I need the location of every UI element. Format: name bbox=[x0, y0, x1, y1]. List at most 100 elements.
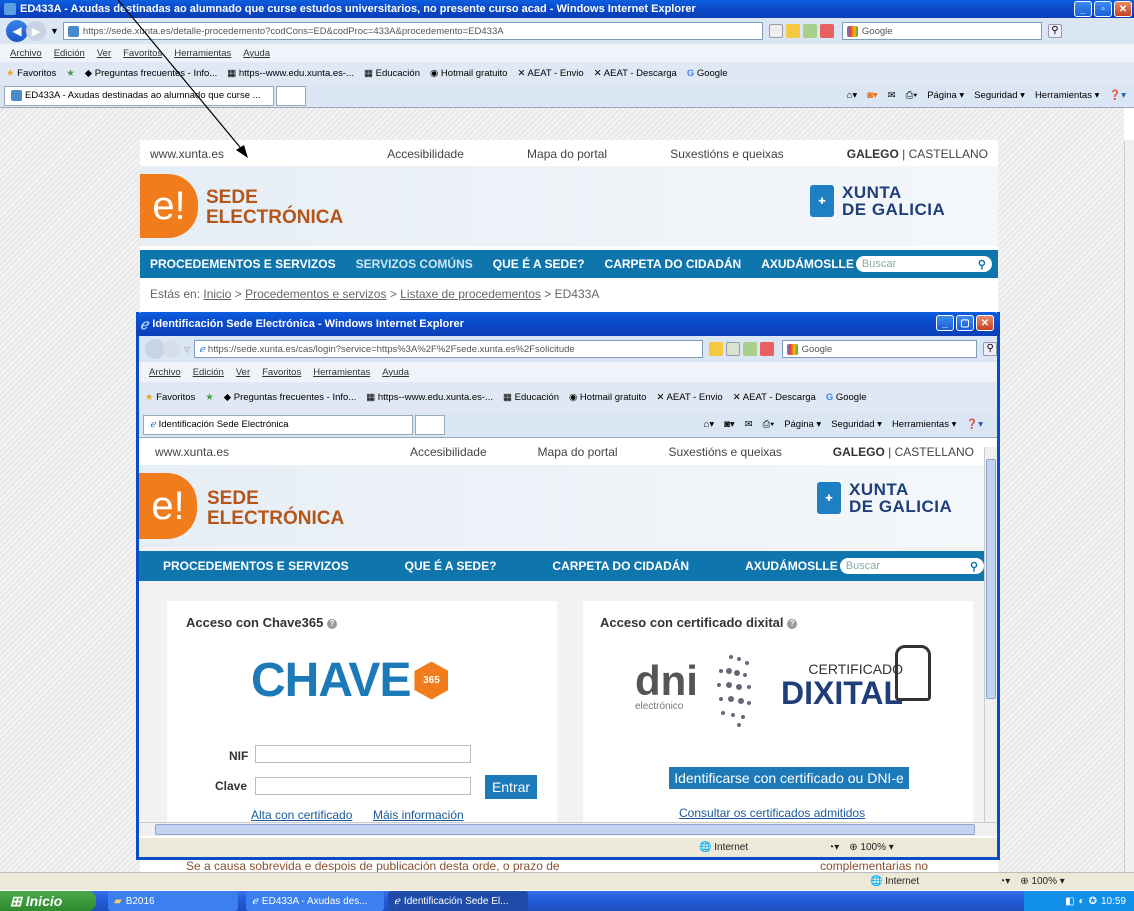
inner-sede-logo[interactable]: e! bbox=[139, 473, 197, 539]
menu-edicion[interactable]: Edición bbox=[54, 48, 85, 59]
tray-icon[interactable]: ◧ bbox=[1065, 896, 1074, 907]
taskbar-item-b2016[interactable]: ▰ B2016 bbox=[108, 891, 238, 911]
home-icon[interactable]: ⌂▾ bbox=[704, 419, 715, 430]
taskbar-item-identificacion[interactable]: ℯ Identificación Sede El... bbox=[388, 891, 528, 911]
tool-herramientas[interactable]: Herramientas ▾ bbox=[1035, 90, 1099, 101]
inner-nav-carpeta[interactable]: CARPETA DO CIDADÁN bbox=[542, 559, 699, 573]
close-button[interactable]: ✕ bbox=[1114, 1, 1132, 17]
history-dropdown-icon[interactable]: ▼ bbox=[50, 26, 59, 36]
inner-favorites-button[interactable]: ★ Favoritos bbox=[145, 392, 195, 403]
fav-educacion[interactable]: ▦ Educación bbox=[364, 68, 420, 79]
menu-ayuda[interactable]: Ayuda bbox=[243, 48, 270, 59]
inner-tool-seguridad[interactable]: Seguridad ▾ bbox=[831, 419, 882, 430]
start-button[interactable]: ⊞ Inicio bbox=[0, 891, 96, 911]
help-icon[interactable]: ❓▾ bbox=[1109, 90, 1126, 101]
inner-forward-icon[interactable] bbox=[162, 340, 181, 358]
print-icon[interactable]: ⎙▾ bbox=[906, 90, 918, 101]
mais-informacion-link[interactable]: Máis información bbox=[373, 808, 464, 822]
identificarse-button[interactable]: Identificarse con certificado ou DNI-e bbox=[669, 767, 909, 789]
breadcrumb-inicio[interactable]: Inicio bbox=[203, 287, 231, 301]
sede-logo[interactable]: e! bbox=[140, 174, 198, 238]
breadcrumb-listaxe[interactable]: Listaxe de procedementos bbox=[400, 287, 541, 301]
outer-vertical-scrollbar[interactable] bbox=[1124, 140, 1134, 880]
lock-icon[interactable] bbox=[785, 24, 800, 38]
print-icon[interactable]: ⎙▾ bbox=[763, 419, 775, 430]
inner-url-field[interactable]: ℯ https://sede.xunta.es/cas/login?servic… bbox=[194, 340, 703, 358]
help-icon[interactable]: ? bbox=[326, 618, 337, 629]
search-icon[interactable]: ⚲ bbox=[978, 258, 986, 271]
restore-button[interactable]: ▫ bbox=[1094, 1, 1112, 17]
refresh-icon[interactable] bbox=[802, 24, 817, 38]
feeds-icon[interactable]: ◙▾ bbox=[867, 90, 878, 101]
inner-tool-herramientas[interactable]: Herramientas ▾ bbox=[892, 419, 956, 430]
inner-fav-google[interactable]: G Google bbox=[826, 392, 867, 403]
stop-icon[interactable] bbox=[759, 342, 774, 356]
back-icon[interactable]: ◀ bbox=[6, 20, 28, 42]
inner-nav-axudamoslle[interactable]: AXUDÁMOSLLE bbox=[735, 559, 838, 573]
help-icon[interactable]: ❓▾ bbox=[966, 419, 983, 430]
inner-search-field[interactable]: Google bbox=[781, 340, 978, 358]
clave-input[interactable] bbox=[255, 777, 471, 795]
nav-que-e-a-sede[interactable]: QUE É A SEDE? bbox=[483, 257, 595, 271]
inner-back-icon[interactable] bbox=[145, 339, 165, 359]
add-favorite-icon[interactable]: ★ bbox=[66, 68, 75, 79]
menu-archivo[interactable]: Archivo bbox=[10, 48, 42, 59]
link-xunta[interactable]: www.xunta.es bbox=[150, 147, 224, 161]
outer-protected-mode-icon[interactable]: ◔▾ bbox=[999, 876, 1010, 887]
inner-fav-educacion[interactable]: ▦ Educación bbox=[503, 392, 559, 403]
inner-menu-ver[interactable]: Ver bbox=[236, 367, 250, 378]
inner-nav-que-e-a-sede[interactable]: QUE É A SEDE? bbox=[395, 559, 507, 573]
forward-icon[interactable]: ▶ bbox=[26, 21, 46, 41]
new-tab-button[interactable] bbox=[276, 85, 306, 106]
inner-minimize-button[interactable]: _ bbox=[936, 315, 954, 331]
address-dropdown-icon[interactable] bbox=[768, 24, 783, 38]
feeds-icon[interactable]: ◙▾ bbox=[724, 419, 735, 430]
mail-icon[interactable]: ✉ bbox=[888, 90, 896, 101]
menu-ver[interactable]: Ver bbox=[97, 48, 111, 59]
alta-certificado-link[interactable]: Alta con certificado bbox=[251, 808, 352, 822]
inner-maximize-button[interactable]: ▢ bbox=[956, 315, 974, 331]
inner-menu-edicion[interactable]: Edición bbox=[193, 367, 224, 378]
inner-menu-ayuda[interactable]: Ayuda bbox=[382, 367, 409, 378]
inner-new-tab-button[interactable] bbox=[415, 414, 445, 435]
inner-fav-aeat-envio[interactable]: ✕ AEAT - Envio bbox=[656, 392, 722, 403]
lang-galego[interactable]: GALEGO bbox=[847, 147, 899, 161]
inner-link-mapa[interactable]: Mapa do portal bbox=[538, 445, 618, 459]
home-icon[interactable]: ⌂▾ bbox=[847, 90, 858, 101]
fav-edu-xunta[interactable]: ▦ https--www.edu.xunta.es-... bbox=[227, 68, 354, 79]
nav-servizos-comuns[interactable]: SERVIZOS COMÚNS bbox=[346, 257, 483, 271]
refresh-icon[interactable] bbox=[742, 342, 757, 356]
stop-icon[interactable] bbox=[819, 24, 834, 38]
menu-favoritos[interactable]: Favoritos bbox=[123, 48, 162, 59]
tray-icon[interactable]: ◐ bbox=[1079, 896, 1085, 907]
inner-horizontal-scrollbar[interactable] bbox=[139, 822, 997, 836]
inner-link-accesibilidade[interactable]: Accesibilidade bbox=[410, 445, 487, 459]
taskbar-item-ed433a[interactable]: ℯ ED433A - Axudas des... bbox=[246, 891, 384, 911]
mail-icon[interactable]: ✉ bbox=[745, 419, 753, 430]
fav-preguntas[interactable]: ◆ Preguntas frecuentes - Info... bbox=[85, 68, 217, 79]
inner-fav-hotmail[interactable]: ◉ Hotmail gratuito bbox=[569, 392, 646, 403]
search-icon[interactable]: ⚲ bbox=[983, 342, 997, 356]
search-icon[interactable]: ⚲ bbox=[1047, 24, 1062, 38]
inner-vertical-scrollbar[interactable] bbox=[984, 447, 997, 822]
fav-aeat-envio[interactable]: ✕ AEAT - Envio bbox=[517, 68, 583, 79]
inner-tab-active[interactable]: ℯ Identificación Sede Electrónica bbox=[143, 414, 413, 435]
link-mapa[interactable]: Mapa do portal bbox=[527, 147, 607, 161]
minimize-button[interactable]: _ bbox=[1074, 1, 1092, 17]
inner-tool-pagina[interactable]: Página ▾ bbox=[784, 419, 821, 430]
fav-google[interactable]: G Google bbox=[687, 68, 728, 79]
inner-zoom[interactable]: ⊕ 100% ▾ bbox=[849, 842, 894, 853]
inner-link-xunta[interactable]: www.xunta.es bbox=[155, 445, 229, 459]
inner-menu-herramientas[interactable]: Herramientas bbox=[313, 367, 370, 378]
xunta-logo[interactable]: ✚ XUNTA DE GALICIA bbox=[810, 184, 945, 218]
lang-castellano[interactable]: CASTELLANO bbox=[909, 147, 988, 161]
lock-icon[interactable] bbox=[708, 342, 723, 356]
nav-procedementos[interactable]: PROCEDEMENTOS E SERVIZOS bbox=[140, 257, 346, 271]
inner-hscroll-thumb[interactable] bbox=[155, 824, 975, 835]
inner-close-button[interactable]: ✕ bbox=[976, 315, 994, 331]
favorites-button[interactable]: ★ Favoritos bbox=[6, 68, 56, 79]
breadcrumb-procedementos[interactable]: Procedementos e servizos bbox=[245, 287, 386, 301]
add-favorite-icon[interactable]: ★ bbox=[205, 392, 214, 403]
nif-input[interactable] bbox=[255, 745, 471, 763]
inner-history-dropdown-icon[interactable]: ▽ bbox=[184, 345, 190, 354]
